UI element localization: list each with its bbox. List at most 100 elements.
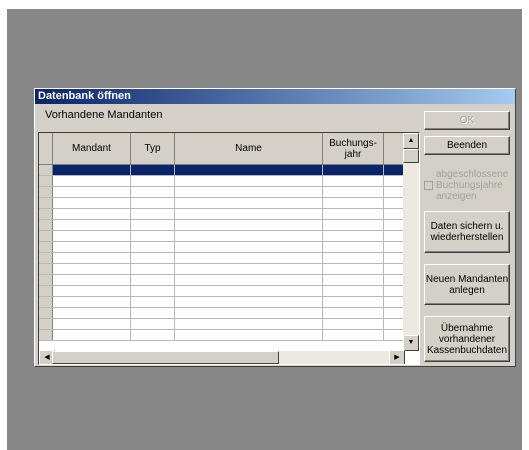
cell-buchungsjahr[interactable] bbox=[323, 330, 384, 340]
cell-mandant[interactable] bbox=[53, 231, 131, 241]
cell-typ[interactable] bbox=[131, 286, 175, 296]
cell-name[interactable] bbox=[175, 253, 323, 263]
cell-buchungsjahr[interactable] bbox=[323, 209, 384, 219]
cell-buchungsjahr[interactable] bbox=[323, 308, 384, 318]
header-extra[interactable] bbox=[384, 133, 405, 164]
row-selector[interactable] bbox=[39, 176, 53, 186]
new-mandant-button[interactable]: Neuen Mandanten anlegen bbox=[424, 264, 510, 305]
cell-typ[interactable] bbox=[131, 198, 175, 208]
cell-extra[interactable] bbox=[384, 308, 405, 318]
cell-typ[interactable] bbox=[131, 253, 175, 263]
cell-name[interactable] bbox=[175, 308, 323, 318]
scroll-right-icon[interactable]: ▶ bbox=[389, 350, 405, 364]
row-selector[interactable] bbox=[39, 286, 53, 296]
row-selector[interactable] bbox=[39, 198, 53, 208]
cell-mandant[interactable] bbox=[53, 308, 131, 318]
cell-extra[interactable] bbox=[384, 187, 405, 197]
row-selector[interactable] bbox=[39, 319, 53, 329]
cell-mandant[interactable] bbox=[53, 319, 131, 329]
cell-name[interactable] bbox=[175, 209, 323, 219]
cell-mandant[interactable] bbox=[53, 209, 131, 219]
cell-name[interactable] bbox=[175, 264, 323, 274]
row-selector[interactable] bbox=[39, 242, 53, 252]
scroll-down-icon[interactable]: ▼ bbox=[403, 335, 419, 351]
row-selector[interactable] bbox=[39, 220, 53, 230]
cell-extra[interactable] bbox=[384, 176, 405, 186]
cell-typ[interactable] bbox=[131, 176, 175, 186]
checkbox-box[interactable] bbox=[424, 181, 433, 190]
cell-typ[interactable] bbox=[131, 319, 175, 329]
row-selector[interactable] bbox=[39, 253, 53, 263]
header-name[interactable]: Name bbox=[175, 133, 323, 164]
cell-typ[interactable] bbox=[131, 242, 175, 252]
header-buchungsjahr[interactable]: Buchungs- jahr bbox=[323, 133, 384, 164]
table-row[interactable] bbox=[39, 187, 405, 198]
table-row[interactable] bbox=[39, 264, 405, 275]
table-row[interactable] bbox=[39, 242, 405, 253]
cell-typ[interactable] bbox=[131, 308, 175, 318]
cell-buchungsjahr[interactable] bbox=[323, 231, 384, 241]
table-row[interactable] bbox=[39, 308, 405, 319]
cell-typ[interactable] bbox=[131, 231, 175, 241]
cell-buchungsjahr[interactable] bbox=[323, 176, 384, 186]
cell-mandant[interactable] bbox=[53, 264, 131, 274]
cell-mandant[interactable] bbox=[53, 176, 131, 186]
cell-extra[interactable] bbox=[384, 264, 405, 274]
table-row[interactable] bbox=[39, 253, 405, 264]
cell-name[interactable] bbox=[175, 319, 323, 329]
row-selector[interactable] bbox=[39, 209, 53, 219]
vertical-scrollbar[interactable]: ▲ ▼ bbox=[403, 133, 419, 351]
cell-name[interactable] bbox=[175, 231, 323, 241]
cell-typ[interactable] bbox=[131, 209, 175, 219]
table-row[interactable] bbox=[39, 176, 405, 187]
cell-typ[interactable] bbox=[131, 330, 175, 340]
cell-name[interactable] bbox=[175, 198, 323, 208]
backup-restore-button[interactable]: Daten sichern u. wiederherstellen bbox=[424, 211, 510, 253]
cell-buchungsjahr[interactable] bbox=[323, 165, 384, 175]
header-typ[interactable]: Typ bbox=[131, 133, 175, 164]
cell-buchungsjahr[interactable] bbox=[323, 187, 384, 197]
table-row[interactable] bbox=[39, 231, 405, 242]
cell-buchungsjahr[interactable] bbox=[323, 275, 384, 285]
row-selector[interactable] bbox=[39, 231, 53, 241]
row-selector[interactable] bbox=[39, 264, 53, 274]
cell-extra[interactable] bbox=[384, 165, 405, 175]
import-cashbook-button[interactable]: Übernahme vorhandener Kassenbuchdaten bbox=[424, 316, 510, 362]
cell-extra[interactable] bbox=[384, 209, 405, 219]
cell-buchungsjahr[interactable] bbox=[323, 220, 384, 230]
cell-mandant[interactable] bbox=[53, 165, 131, 175]
cell-mandant[interactable] bbox=[53, 220, 131, 230]
show-closed-years-checkbox[interactable]: abgeschlossene Buchungsjahre anzeigen bbox=[424, 169, 514, 202]
cell-name[interactable] bbox=[175, 176, 323, 186]
cell-buchungsjahr[interactable] bbox=[323, 319, 384, 329]
cell-extra[interactable] bbox=[384, 330, 405, 340]
cell-buchungsjahr[interactable] bbox=[323, 242, 384, 252]
mandanten-table[interactable]: Mandant Typ Name Buchungs- jahr ▲ ▼ ◀ ▶ bbox=[38, 132, 420, 365]
table-row[interactable] bbox=[39, 297, 405, 308]
row-selector[interactable] bbox=[39, 297, 53, 307]
cell-mandant[interactable] bbox=[53, 275, 131, 285]
cell-mandant[interactable] bbox=[53, 286, 131, 296]
cell-mandant[interactable] bbox=[53, 297, 131, 307]
cell-extra[interactable] bbox=[384, 220, 405, 230]
cell-buchungsjahr[interactable] bbox=[323, 286, 384, 296]
cell-extra[interactable] bbox=[384, 286, 405, 296]
cell-extra[interactable] bbox=[384, 242, 405, 252]
cell-typ[interactable] bbox=[131, 165, 175, 175]
cell-name[interactable] bbox=[175, 330, 323, 340]
cell-name[interactable] bbox=[175, 275, 323, 285]
cell-buchungsjahr[interactable] bbox=[323, 198, 384, 208]
cell-extra[interactable] bbox=[384, 275, 405, 285]
table-row[interactable] bbox=[39, 319, 405, 330]
row-selector[interactable] bbox=[39, 308, 53, 318]
cell-name[interactable] bbox=[175, 286, 323, 296]
cell-typ[interactable] bbox=[131, 297, 175, 307]
ok-button[interactable]: OK bbox=[424, 111, 510, 130]
cell-name[interactable] bbox=[175, 165, 323, 175]
cell-extra[interactable] bbox=[384, 198, 405, 208]
scroll-up-icon[interactable]: ▲ bbox=[403, 133, 419, 149]
table-row[interactable] bbox=[39, 220, 405, 231]
cell-mandant[interactable] bbox=[53, 187, 131, 197]
cell-buchungsjahr[interactable] bbox=[323, 253, 384, 263]
cell-buchungsjahr[interactable] bbox=[323, 264, 384, 274]
